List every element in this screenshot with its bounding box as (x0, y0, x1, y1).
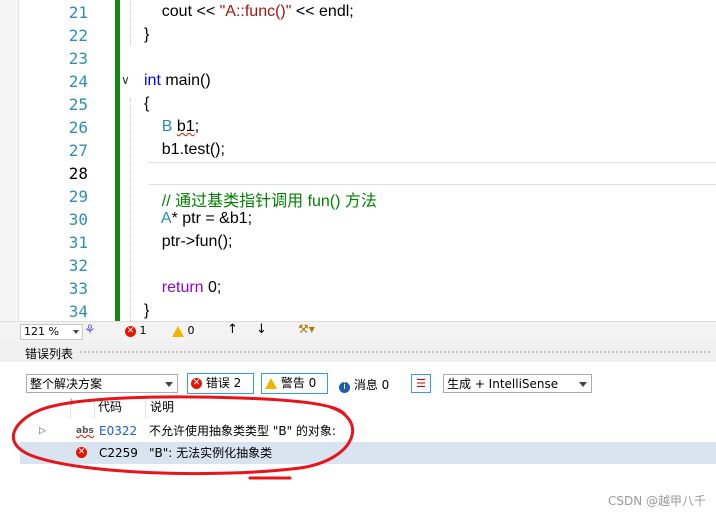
column-header-filter[interactable]: ⸷ (70, 397, 95, 418)
errors-filter-label: 错误 2 (205, 376, 242, 390)
error-list-titlebar: 错误列表 (0, 342, 716, 362)
editor-status-bar: 121 % ⚘ ✕ 1 0 ↑ ↓ ⚒▾ (0, 321, 716, 342)
error-icon: ✕ (191, 378, 202, 389)
code-text: b1.test(); (144, 141, 225, 158)
intellicode-icon[interactable]: ⚘ (84, 323, 96, 338)
chevron-down-icon (165, 382, 173, 387)
warning-icon (265, 378, 277, 389)
error-indicator[interactable]: ✕ 1 (125, 324, 147, 337)
code-line[interactable]: // 通过基类指针调用 fun() 方法 (144, 187, 377, 211)
line-number: 26 (68, 118, 88, 137)
panel-title: 错误列表 (25, 347, 74, 361)
scope-value: 整个解决方案 (30, 377, 103, 391)
code-text: A* ptr = &b1; (160, 210, 253, 227)
scope-dropdown[interactable]: 整个解决方案 (26, 374, 178, 393)
line-number: 25 (68, 95, 88, 114)
messages-filter-button[interactable]: i 消息 0 (339, 376, 389, 393)
column-header-severity[interactable] (20, 397, 71, 418)
error-description: "B": 无法实例化抽象类 (149, 446, 273, 460)
expand-triangle-icon[interactable]: ▷ (39, 420, 46, 442)
watermark: CSDN @越甲八千 (607, 494, 706, 508)
code-text: } (144, 26, 150, 43)
error-code[interactable]: C2259 (99, 442, 138, 464)
line-number: 22 (68, 26, 88, 45)
code-line[interactable]: int main() (144, 72, 211, 90)
column-header-code[interactable]: 代码 (94, 397, 146, 418)
zoom-value: 121 % (24, 325, 59, 338)
line-number: 27 (68, 141, 88, 160)
line-number: 30 (68, 210, 88, 229)
table-row[interactable]: ✕ C2259 "B": 无法实例化抽象类 (20, 442, 716, 464)
messages-filter-label: 消息 0 (353, 378, 390, 392)
code-text: B b1; (161, 118, 200, 135)
column-header-description[interactable]: 说明 (146, 397, 716, 418)
code-editor[interactable]: ∨ 21 22 23 24 25 26 27 28 29 30 31 32 33… (0, 0, 716, 321)
code-line[interactable]: A* ptr = &b1; (144, 210, 252, 228)
code-text: // 通过基类指针调用 fun() 方法 (144, 193, 377, 210)
code-line[interactable]: ptr->fun(); (144, 233, 233, 251)
table-row[interactable]: ▷ abs E0322 不允许使用抽象类类型 "B" 的对象: (20, 420, 716, 442)
drag-grip[interactable] (80, 351, 710, 353)
code-line[interactable]: B b1; (144, 118, 199, 136)
chevron-down-icon (73, 330, 79, 334)
error-icon: ✕ (76, 447, 87, 458)
error-description: 不允许使用抽象类类型 "B" 的对象: (149, 424, 336, 438)
code-text: cout << "A::func()" << endl; (144, 3, 354, 20)
code-line[interactable]: } (144, 26, 149, 44)
indent-guide (130, 0, 131, 45)
line-number: 21 (68, 3, 88, 22)
info-icon: i (339, 382, 350, 393)
error-icon: ✕ (125, 325, 136, 337)
filter-list-icon[interactable]: ☰ (411, 374, 431, 393)
cleanup-broom-icon[interactable]: ⚒▾ (298, 322, 315, 336)
collapse-chevron-icon[interactable]: ∨ (121, 73, 130, 87)
code-line[interactable]: return 0; (144, 279, 222, 297)
column-label: 说明 (150, 400, 175, 414)
warning-icon (172, 325, 184, 337)
code-text: { (144, 95, 150, 112)
intellisense-abs-icon: abs (76, 426, 94, 436)
code-text: ptr->fun(); (144, 233, 233, 250)
indent-guide (130, 98, 131, 321)
line-number: 33 (68, 279, 88, 298)
code-line[interactable]: } (144, 302, 149, 320)
line-number: 23 (68, 49, 88, 68)
arrow-down-icon[interactable]: ↓ (256, 322, 267, 337)
line-number: 34 (68, 302, 88, 321)
current-line-highlight (148, 162, 716, 185)
line-number: 31 (68, 233, 88, 252)
editor-margin (0, 0, 19, 321)
error-list-panel: 错误列表 整个解决方案 ✕ 错误 2 警告 0 i 消息 0 ☰ 生成 + In… (0, 342, 716, 515)
warning-indicator[interactable]: 0 (172, 324, 195, 337)
column-label: 代码 (98, 400, 123, 414)
error-code-link[interactable]: E0322 (99, 420, 137, 442)
change-tracking-bar (115, 0, 120, 321)
build-filter-value: 生成 + IntelliSense (447, 377, 559, 391)
line-number: 29 (68, 187, 88, 206)
line-number: 32 (68, 256, 88, 275)
line-number: 24 (68, 72, 88, 91)
error-list-toolbar: 整个解决方案 ✕ 错误 2 警告 0 i 消息 0 ☰ 生成 + Intelli… (0, 372, 716, 396)
warnings-filter-label: 警告 0 (280, 376, 317, 390)
warnings-filter-button[interactable]: 警告 0 (261, 373, 328, 394)
error-count: 1 (139, 324, 147, 337)
code-text: int main() (144, 72, 211, 89)
chevron-down-icon (579, 382, 587, 387)
zoom-select[interactable]: 121 % (20, 324, 83, 340)
code-text: } (144, 302, 150, 319)
build-filter-dropdown[interactable]: 生成 + IntelliSense (443, 374, 592, 393)
arrow-up-icon[interactable]: ↑ (227, 322, 238, 337)
code-text: return 0; (161, 279, 222, 296)
code-line[interactable]: { (144, 95, 149, 113)
code-line[interactable]: cout << "A::func()" << endl; (144, 3, 354, 21)
warning-count: 0 (187, 324, 195, 337)
line-number: 28 (68, 164, 88, 183)
errors-filter-button[interactable]: ✕ 错误 2 (187, 373, 254, 394)
code-line[interactable]: b1.test(); (144, 141, 225, 159)
